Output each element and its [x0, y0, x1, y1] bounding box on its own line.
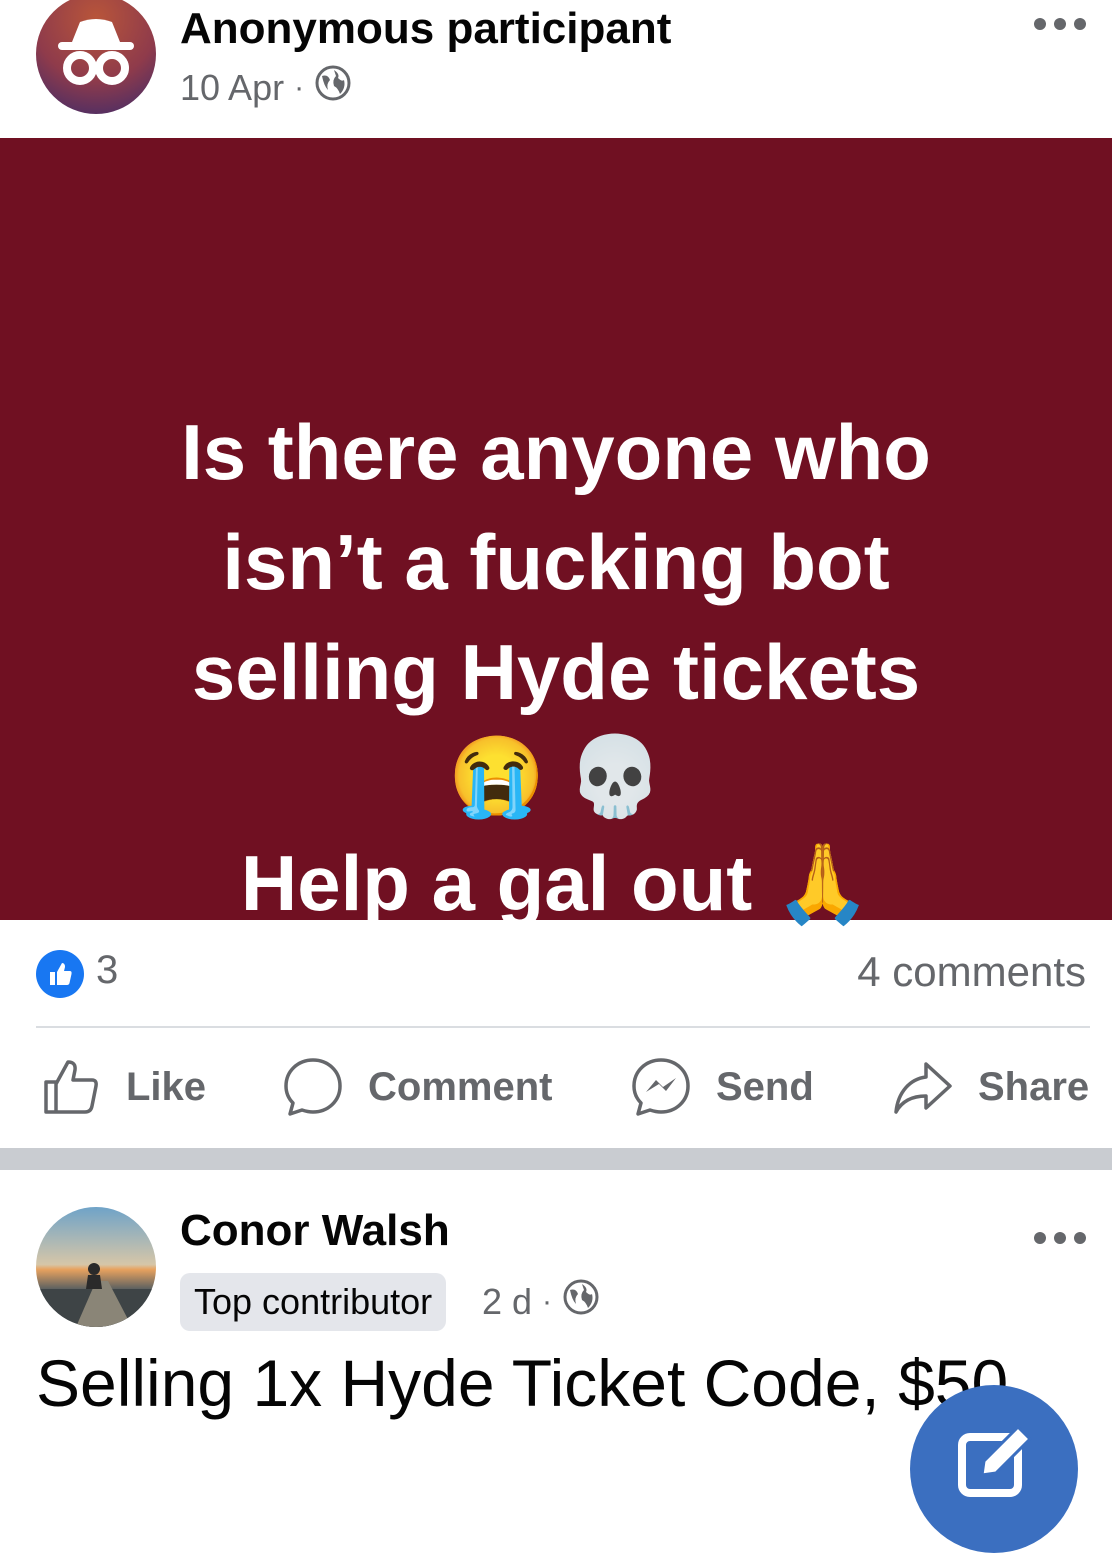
post-meta: 10 Apr · [180, 64, 352, 111]
compose-button[interactable] [910, 1385, 1078, 1553]
banner-line: Is there anyone who [181, 408, 931, 496]
post-header: Anonymous participant 10 Apr · [0, 0, 1112, 138]
profile-photo [36, 1263, 156, 1327]
banner-emoji-line: 😭 💀 [448, 732, 664, 820]
globe-icon [314, 64, 352, 111]
top-contributor-badge[interactable]: Top contributor [180, 1273, 447, 1331]
send-label: Send [716, 1064, 814, 1109]
more-options-icon[interactable] [1034, 1228, 1086, 1248]
like-button[interactable]: Like [40, 1054, 206, 1120]
meta-separator: · [294, 70, 305, 104]
send-button[interactable]: Send [630, 1054, 814, 1120]
anonymous-avatar[interactable] [36, 0, 156, 114]
messenger-icon [632, 1058, 690, 1116]
post-date[interactable]: 2 d [482, 1281, 532, 1323]
share-label: Share [978, 1064, 1090, 1109]
share-button[interactable]: Share [892, 1054, 1089, 1120]
share-icon [894, 1062, 952, 1114]
thumbs-up-icon [44, 1060, 98, 1114]
comment-button[interactable]: Comment [282, 1054, 552, 1120]
globe-icon [562, 1278, 600, 1325]
edit-icon [958, 1424, 1033, 1497]
post-author[interactable]: Anonymous participant [180, 4, 671, 54]
reaction-count[interactable]: 3 [96, 948, 118, 993]
meta-separator: · [542, 1284, 553, 1318]
comment-label: Comment [368, 1064, 553, 1109]
post-meta: 2 d · [482, 1278, 600, 1325]
conor-walsh-avatar[interactable] [36, 1207, 156, 1327]
divider [36, 1026, 1090, 1028]
comments-count[interactable]: 4 comments [857, 948, 1086, 996]
banner-line: isn’t a fucking bot [222, 518, 890, 606]
comment-icon [284, 1058, 342, 1116]
like-label: Like [126, 1064, 207, 1109]
like-reaction-icon[interactable] [36, 950, 84, 998]
feed-separator [0, 1148, 1112, 1170]
incognito-icon [58, 19, 134, 85]
banner-line: selling Hyde tickets [191, 628, 921, 716]
banner-line: Help a gal out 🙏 [240, 839, 872, 927]
post-banner[interactable]: Is there anyone who isn’t a fucking bot … [0, 138, 1112, 927]
more-options-icon[interactable] [1034, 14, 1086, 34]
post-author[interactable]: Conor Walsh [180, 1206, 450, 1256]
post-date[interactable]: 10 Apr [180, 67, 284, 109]
post-text[interactable]: Selling 1x Hyde Ticket Code, $50 [36, 1345, 1008, 1421]
